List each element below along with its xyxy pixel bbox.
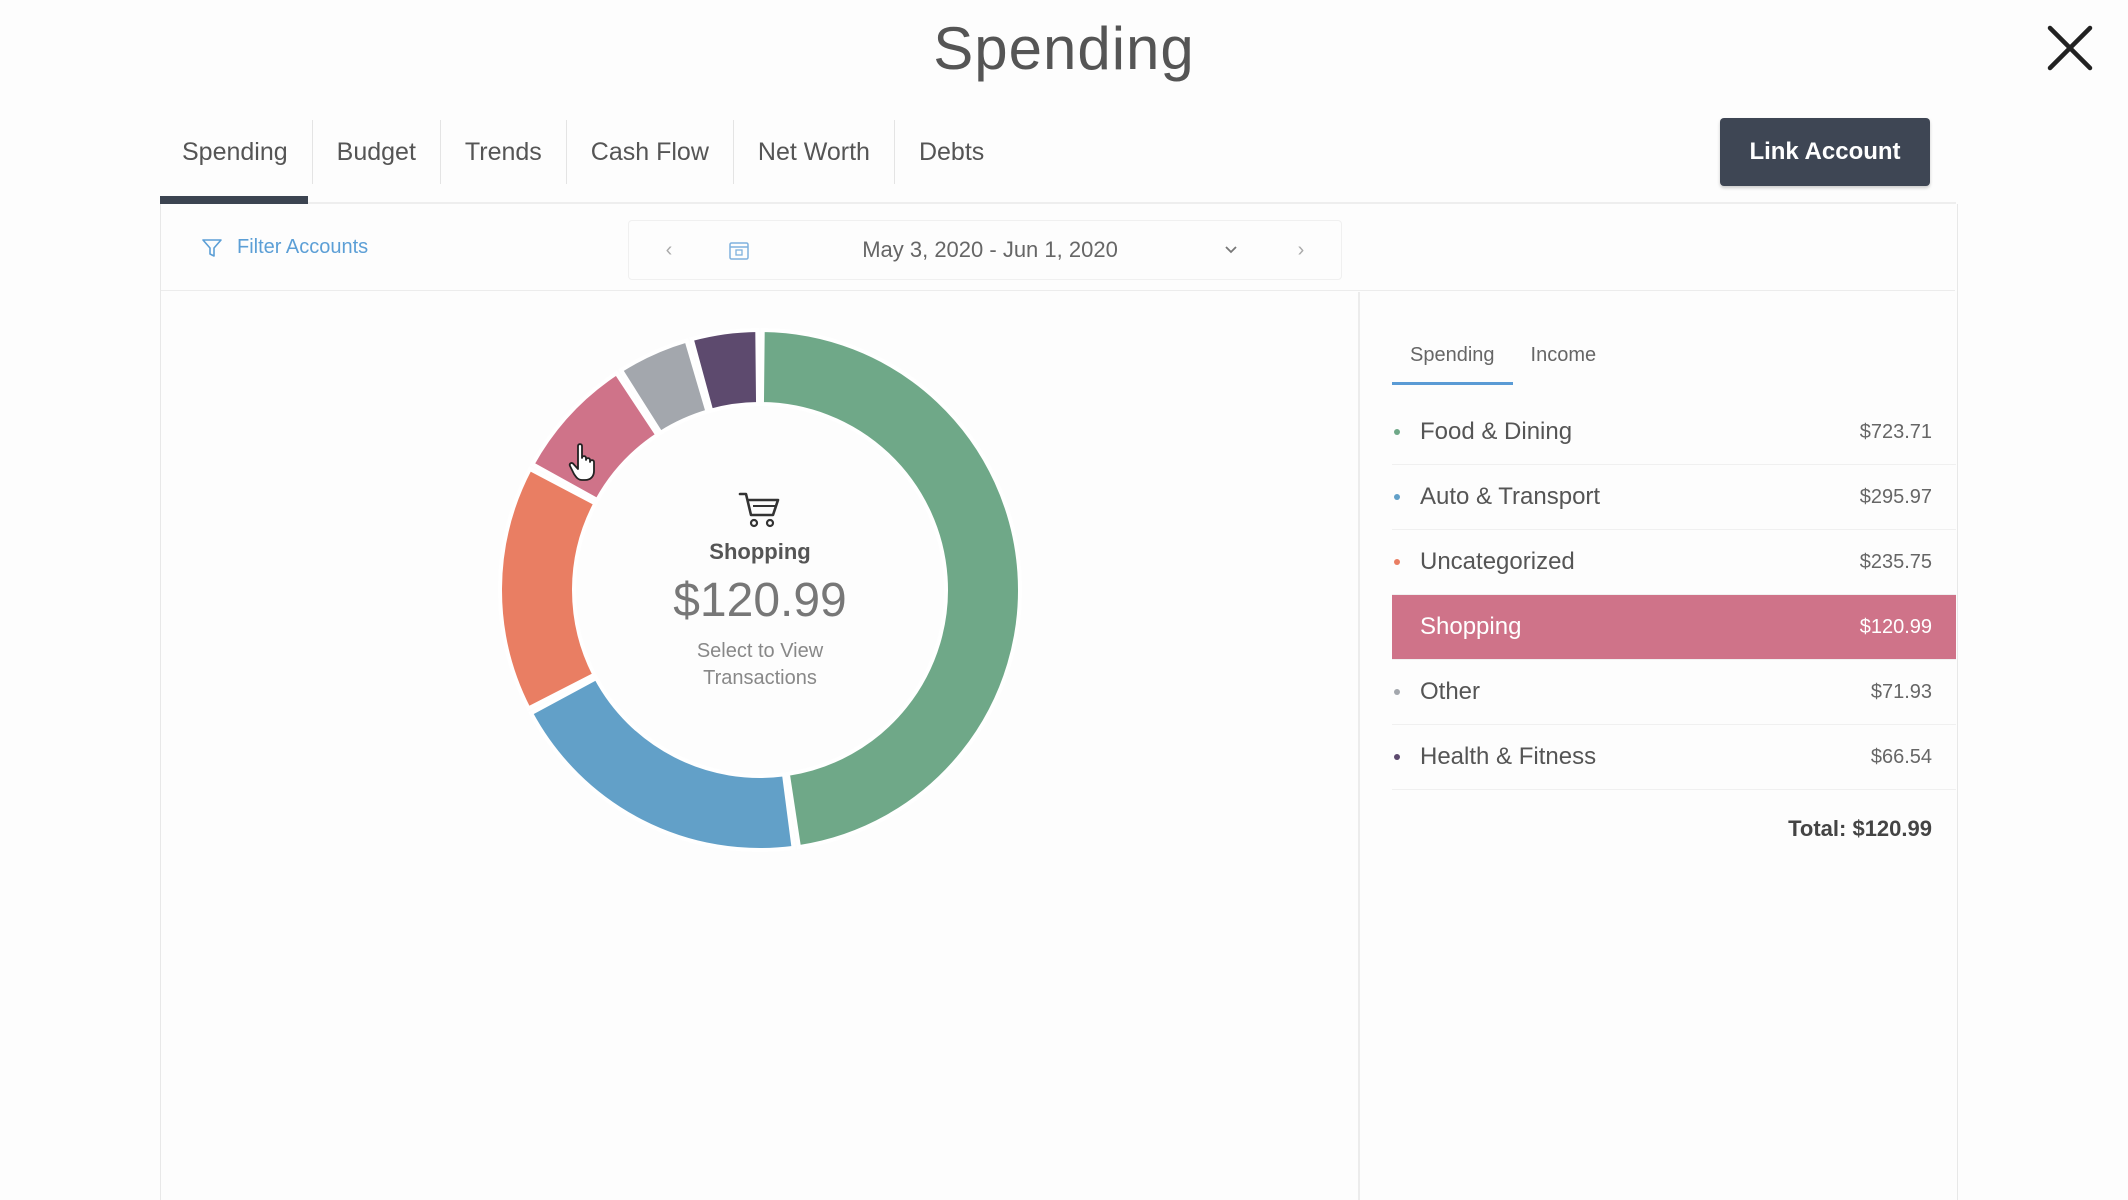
chevron-left-icon: ‹ <box>665 238 673 261</box>
category-row[interactable]: Auto & Transport $295.97 <box>1392 465 1956 530</box>
filter-accounts-label: Filter Accounts <box>237 236 369 258</box>
category-list: Food & Dining $723.71 Auto & Transport $295… <box>1392 400 1956 790</box>
donut-slice-auto-transport[interactable] <box>528 675 796 852</box>
active-tab-indicator <box>160 196 308 204</box>
next-period-button[interactable]: › <box>1261 221 1341 279</box>
spending-modal: Spending Spending Budget Trends Cash Flo… <box>0 0 2128 1200</box>
calendar-icon <box>729 242 749 260</box>
spending-donut-chart: Shopping $120.99 Select to View Transact… <box>490 320 1030 860</box>
donut-svg <box>498 327 1022 852</box>
category-row[interactable]: Other $71.93 <box>1392 660 1956 725</box>
category-amount: $71.93 <box>1870 680 1932 703</box>
close-button[interactable] <box>2042 20 2098 76</box>
tab-cash-flow[interactable]: Cash Flow <box>567 120 734 184</box>
tab-spending[interactable]: Spending <box>160 120 313 184</box>
category-label: Health & Fitness <box>1420 743 1597 770</box>
category-label: Auto & Transport <box>1420 483 1601 510</box>
tab-spending-categories[interactable]: Spending <box>1392 336 1513 385</box>
category-amount: $66.54 <box>1870 745 1932 768</box>
category-color-dot <box>1394 494 1400 500</box>
tab-debts[interactable]: Debts <box>895 120 1008 184</box>
close-icon <box>2047 25 2093 71</box>
category-label: Food & Dining <box>1420 418 1573 445</box>
category-amount: $295.97 <box>1859 485 1932 508</box>
category-color-dot <box>1394 754 1400 760</box>
category-row[interactable]: Shopping $120.99 <box>1392 595 1956 660</box>
donut-slice-uncategorized[interactable] <box>498 466 599 712</box>
panel-divider <box>1358 292 1360 1200</box>
category-amount: $120.99 <box>1859 615 1932 638</box>
category-type-tabs: Spending Income <box>1392 336 1614 385</box>
category-row[interactable]: Health & Fitness $66.54 <box>1392 725 1956 790</box>
category-label: Shopping <box>1420 613 1522 640</box>
category-color-dot <box>1394 689 1400 695</box>
tab-budget[interactable]: Budget <box>313 120 441 184</box>
toolbar: Filter Accounts ‹ May 3, 2020 - Jun 1, 2… <box>161 206 1955 291</box>
main-tabs: Spending Budget Trends Cash Flow Net Wor… <box>160 120 1008 204</box>
category-label: Uncategorized <box>1420 548 1575 575</box>
date-range-value[interactable]: May 3, 2020 - Jun 1, 2020 <box>769 237 1201 263</box>
tab-trends[interactable]: Trends <box>441 120 567 184</box>
chevron-down-icon <box>1225 246 1237 254</box>
filter-accounts-link[interactable]: Filter Accounts <box>201 236 368 259</box>
donut-slice-food-dining[interactable] <box>759 327 1022 850</box>
date-range-picker: ‹ May 3, 2020 - Jun 1, 2020 › <box>628 220 1342 280</box>
previous-period-button[interactable]: ‹ <box>629 221 709 279</box>
category-row[interactable]: Uncategorized $235.75 <box>1392 530 1956 595</box>
calendar-button[interactable] <box>709 238 769 262</box>
category-amount: $235.75 <box>1859 550 1932 573</box>
category-row[interactable]: Food & Dining $723.71 <box>1392 400 1956 465</box>
hand-cursor-icon <box>568 443 595 481</box>
category-amount: $723.71 <box>1859 420 1932 443</box>
category-color-dot <box>1394 559 1400 565</box>
page-title: Spending <box>933 15 1195 82</box>
total-amount: Total: $120.99 <box>1788 816 1932 841</box>
tab-net-worth[interactable]: Net Worth <box>734 120 895 184</box>
tab-income-categories[interactable]: Income <box>1513 336 1615 385</box>
chevron-right-icon: › <box>1297 238 1305 261</box>
category-color-dot <box>1394 429 1400 435</box>
link-account-button[interactable]: Link Account <box>1720 118 1930 186</box>
date-range-dropdown[interactable] <box>1201 241 1261 259</box>
category-label: Other <box>1420 678 1481 705</box>
filter-icon <box>202 238 222 257</box>
